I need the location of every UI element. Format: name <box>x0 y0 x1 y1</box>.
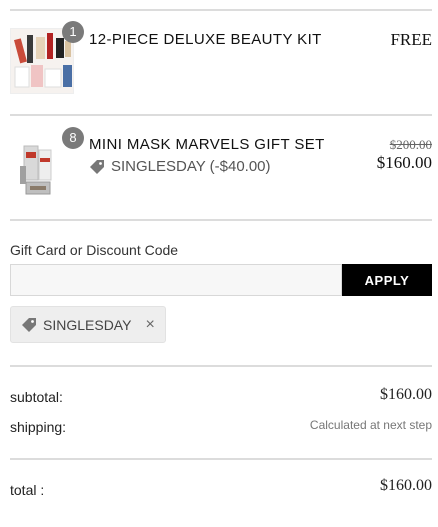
discount-code-input[interactable] <box>10 264 342 296</box>
applied-discount-chip: SINGLESDAY × <box>10 306 166 343</box>
item-divider <box>10 219 432 221</box>
subtotal-value: $160.00 <box>380 386 432 403</box>
original-price: $200.00 <box>389 137 432 152</box>
item-name: 12-PIECE DELUXE BEAUTY KIT <box>89 31 322 48</box>
apply-button[interactable]: APPLY <box>342 264 432 296</box>
discount-code-label: Gift Card or Discount Code <box>10 242 179 258</box>
applied-code-text: SINGLESDAY <box>43 316 132 333</box>
cart-item-mask-set: 8 MINI MASK MARVELS GIFT SET SINGLESDAY … <box>10 127 432 208</box>
quantity-badge: 8 <box>62 127 84 149</box>
shipping-label: shipping: <box>10 419 67 435</box>
item-price: $160.00 <box>376 153 432 172</box>
tag-icon <box>21 317 37 333</box>
total-value: $160.00 <box>380 477 432 494</box>
item-name: MINI MASK MARVELS GIFT SET <box>89 136 325 153</box>
item-divider <box>10 114 432 116</box>
quantity-badge: 1 <box>62 21 84 43</box>
tag-icon <box>89 159 105 175</box>
cart-item-beauty-kit: 1 12-PIECE DELUXE BEAUTY KIT FREE <box>10 21 432 96</box>
shipping-value: Calculated at next step <box>309 418 432 432</box>
remove-code-icon[interactable]: × <box>145 316 154 333</box>
item-price: FREE <box>390 30 432 49</box>
total-divider <box>10 458 432 460</box>
top-divider <box>10 9 432 11</box>
subtotal-label: subtotal: <box>10 389 63 405</box>
item-discount: SINGLESDAY (-$40.00) <box>89 158 271 175</box>
total-label: total : <box>10 482 45 498</box>
summary-divider <box>10 365 432 367</box>
discount-text: SINGLESDAY (-$40.00) <box>111 158 271 175</box>
